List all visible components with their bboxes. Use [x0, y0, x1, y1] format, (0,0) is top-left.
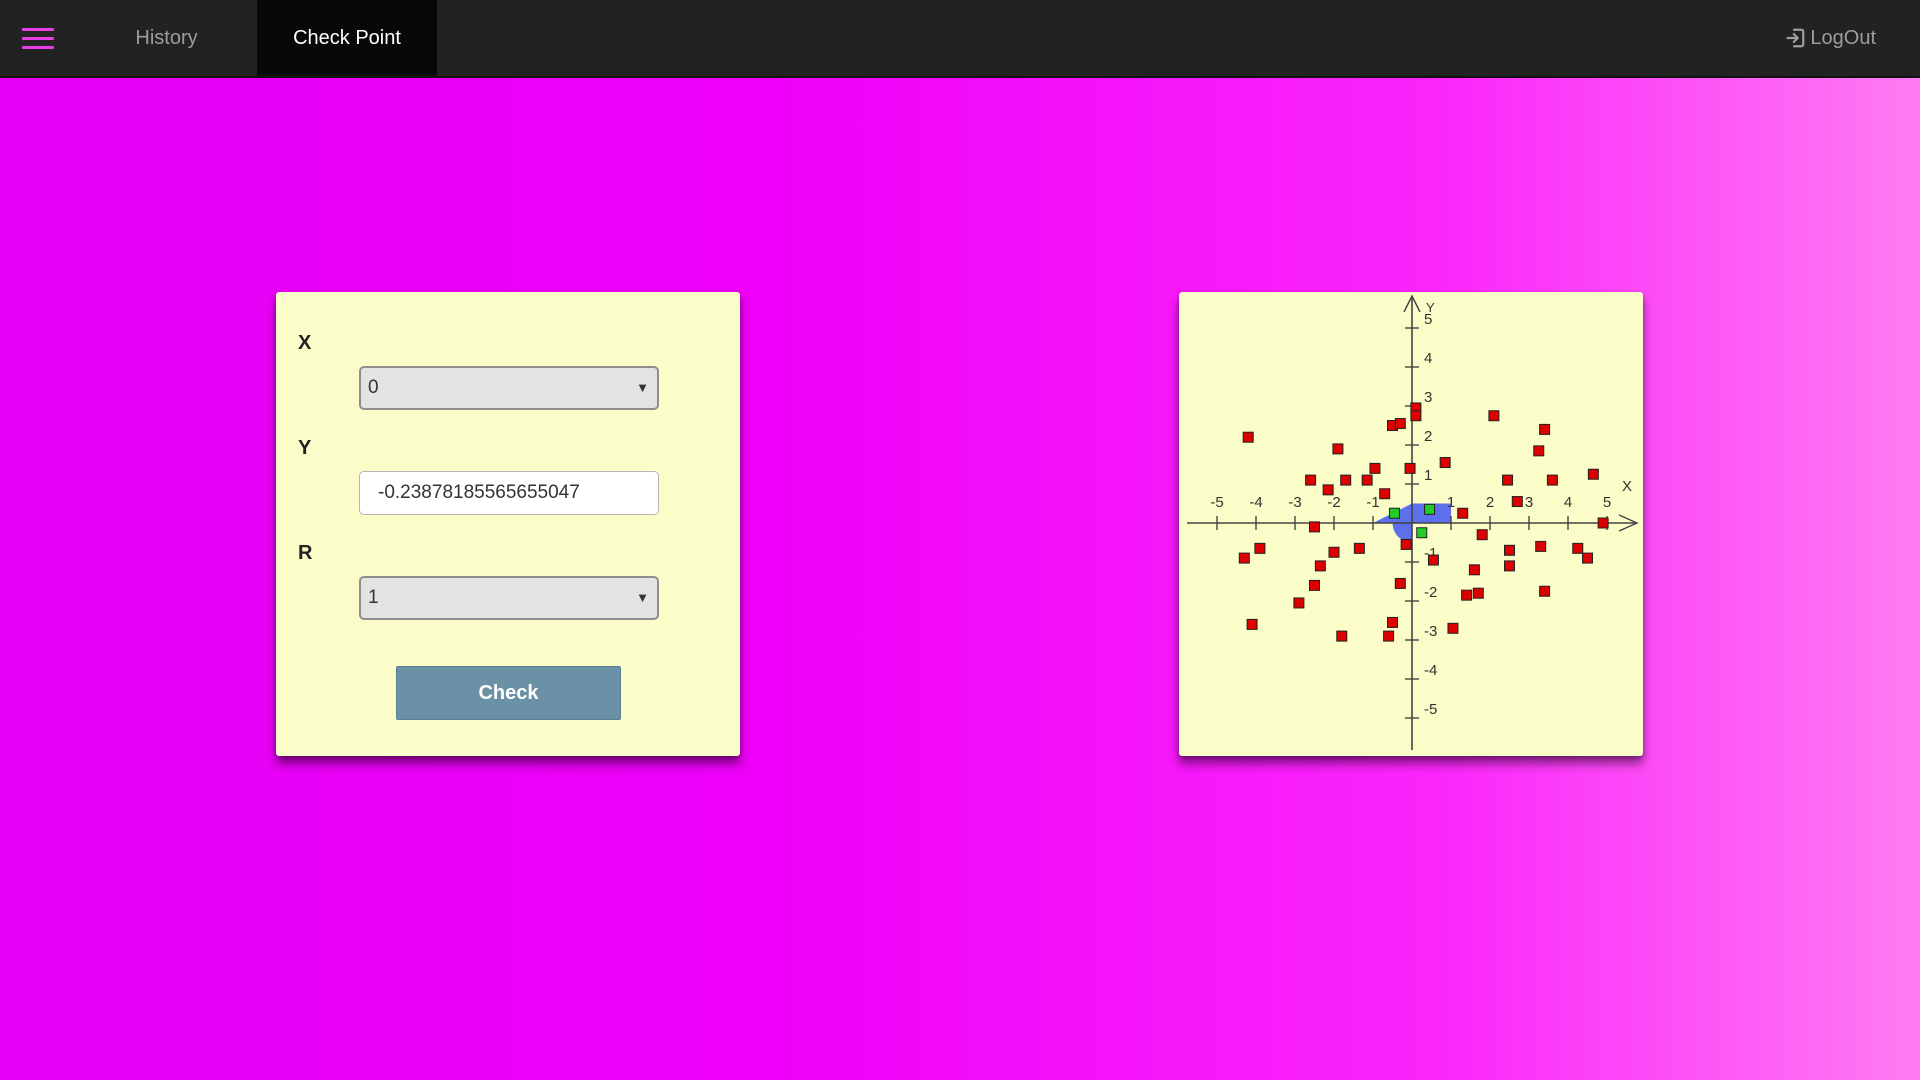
data-point — [1369, 462, 1381, 474]
x-label: X — [298, 332, 312, 354]
data-point — [1361, 474, 1373, 486]
logout-label: LogOut — [1810, 27, 1876, 49]
data-point — [1328, 546, 1340, 558]
dropdown-arrow-icon: ▼ — [636, 380, 649, 395]
data-point — [1511, 496, 1523, 508]
x-tick-label: -1 — [1366, 494, 1379, 511]
y-tick-label: 1 — [1424, 467, 1432, 484]
data-point — [1353, 542, 1365, 554]
x-tick-label: 5 — [1603, 494, 1611, 511]
data-point — [1597, 517, 1609, 529]
y-tick-label: 3 — [1424, 389, 1432, 406]
data-point — [1322, 484, 1334, 496]
data-point — [1439, 457, 1451, 469]
graph-card: X Y -5 -4 -3 -2 -1 1 2 3 4 5 5 4 3 2 1 -1 -2 -3 -4 -5 — [1179, 292, 1643, 756]
data-point — [1502, 474, 1514, 486]
coordinate-plane[interactable]: XY-5 -4 -3 -2 -1 1 2 3 4 554321-1-2-3-4-5 — [1179, 292, 1643, 756]
data-point — [1424, 503, 1436, 515]
data-point — [1416, 527, 1428, 539]
hamburger-bar — [22, 37, 54, 40]
data-point — [1394, 418, 1406, 430]
data-point — [1539, 423, 1551, 435]
data-point — [1546, 474, 1558, 486]
data-point — [1383, 630, 1395, 642]
x-axis-label: X — [1622, 478, 1632, 495]
r-select[interactable]: 1 ▼ — [359, 576, 659, 620]
data-point — [1246, 618, 1258, 630]
data-point — [1379, 488, 1391, 500]
data-point — [1533, 445, 1545, 457]
data-point — [1572, 542, 1584, 554]
x-select-value: 0 — [368, 377, 379, 398]
data-point — [1447, 622, 1459, 634]
tab-history[interactable]: History — [100, 0, 233, 76]
y-tick-label: 5 — [1424, 311, 1432, 328]
data-point — [1468, 564, 1480, 576]
data-point — [1394, 577, 1406, 589]
data-point — [1340, 474, 1352, 486]
data-point — [1238, 552, 1250, 564]
data-point — [1400, 538, 1412, 550]
hamburger-icon[interactable] — [22, 26, 54, 50]
data-point — [1504, 544, 1515, 556]
data-point — [1472, 587, 1484, 599]
data-point — [1309, 579, 1320, 591]
data-point — [1582, 552, 1593, 564]
x-tick-label: 3 — [1525, 494, 1533, 511]
hamburger-bar — [22, 28, 54, 31]
tab-check-point[interactable]: Check Point — [257, 0, 437, 76]
data-point — [1242, 431, 1254, 443]
data-point — [1535, 540, 1547, 552]
x-tick-label: -4 — [1249, 494, 1262, 511]
x-tick-label: -5 — [1210, 494, 1223, 511]
data-point — [1427, 554, 1439, 566]
r-select-value: 1 — [368, 587, 379, 608]
check-button[interactable]: Check — [396, 666, 621, 720]
x-tick-label: 4 — [1564, 494, 1572, 511]
data-point — [1388, 507, 1400, 519]
data-point — [1587, 468, 1599, 480]
logout-button[interactable]: LogOut — [1784, 0, 1876, 76]
data-point — [1314, 560, 1326, 572]
data-point — [1336, 630, 1348, 642]
data-point — [1457, 507, 1469, 519]
dropdown-arrow-icon: ▼ — [636, 590, 649, 605]
y-tick-label: 2 — [1424, 428, 1432, 445]
data-point — [1293, 597, 1305, 609]
y-tick-label: -5 — [1424, 701, 1437, 718]
x-tick-label: -3 — [1288, 494, 1301, 511]
data-point — [1254, 542, 1266, 554]
x-tick-label: 1 — [1447, 494, 1455, 511]
data-point — [1387, 616, 1398, 628]
data-point — [1504, 560, 1515, 572]
data-point — [1332, 443, 1344, 455]
y-label: Y — [298, 437, 312, 459]
y-tick-label: -2 — [1424, 584, 1437, 601]
sign-in-icon — [1787, 28, 1805, 48]
y-tick-label: 4 — [1424, 350, 1432, 367]
check-form-card: X 0 ▼ Y R 1 ▼ Check — [276, 292, 740, 756]
data-point — [1404, 462, 1416, 474]
x-tick-label: -2 — [1327, 494, 1340, 511]
data-point — [1410, 410, 1422, 422]
data-point — [1305, 474, 1317, 486]
top-navbar: History Check Point LogOut — [0, 0, 1920, 78]
r-label: R — [298, 542, 313, 564]
y-input[interactable] — [359, 471, 659, 515]
x-select[interactable]: 0 ▼ — [359, 366, 659, 410]
x-tick-label: 2 — [1486, 494, 1494, 511]
data-point — [1539, 585, 1551, 597]
y-tick-label: -3 — [1424, 623, 1437, 640]
data-point — [1309, 521, 1320, 533]
hamburger-bar — [22, 46, 54, 49]
data-point — [1476, 529, 1488, 541]
data-point — [1461, 589, 1473, 601]
data-point — [1488, 410, 1500, 422]
y-tick-label: -4 — [1424, 662, 1437, 679]
